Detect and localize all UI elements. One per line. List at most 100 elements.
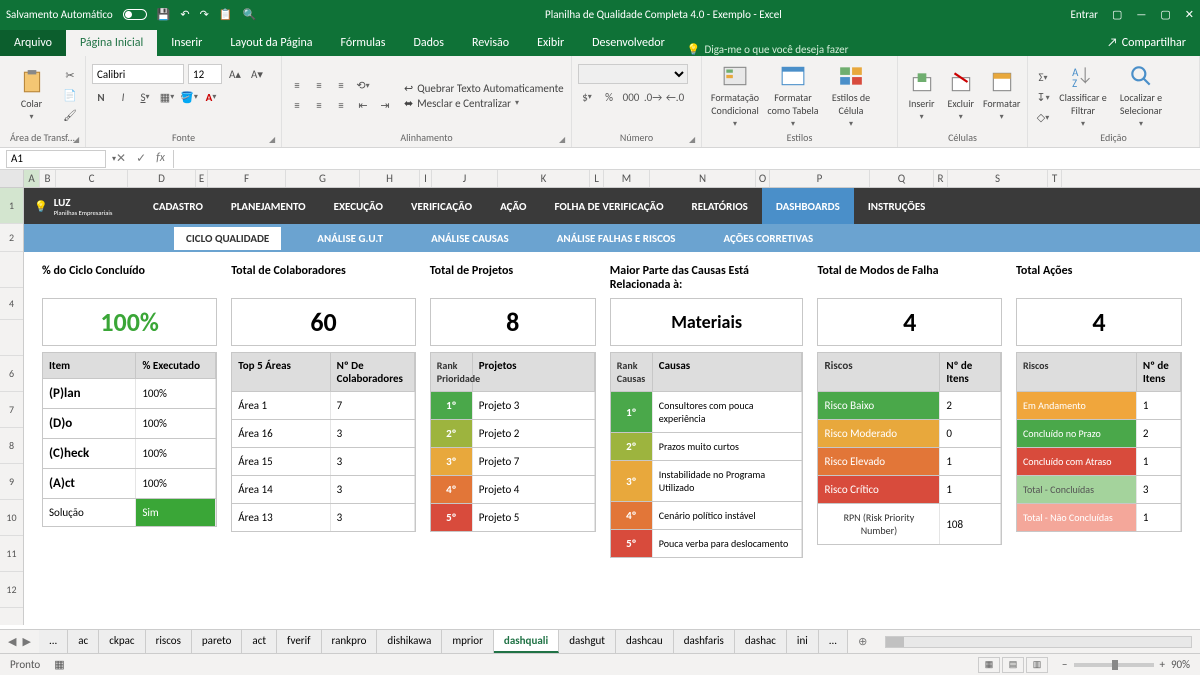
col-header[interactable]: K (498, 170, 590, 187)
col-header[interactable]: N (650, 170, 756, 187)
sheet-tab[interactable]: ac (68, 630, 99, 653)
delete-cells-button[interactable]: Excluir▾ (943, 60, 978, 131)
select-all-corner[interactable] (0, 170, 24, 187)
sheet-tab[interactable]: ... (819, 630, 848, 653)
row-header[interactable]: 8 (0, 428, 23, 464)
col-header[interactable]: S (948, 170, 1048, 187)
indent-dec-icon[interactable]: ⇤ (354, 97, 372, 115)
insert-cells-button[interactable]: Inserir▾ (904, 60, 939, 131)
border-icon[interactable]: ▦▾ (158, 88, 176, 106)
tab-data[interactable]: Dados (399, 30, 457, 56)
subnav-item[interactable]: ANÁLISE CAUSAS (419, 227, 521, 250)
fill-color-icon[interactable]: 🪣▾ (180, 88, 198, 106)
sheet-tab[interactable]: ckpac (99, 630, 145, 653)
percent-icon[interactable]: % (600, 88, 618, 106)
align-launcher[interactable]: ◢ (559, 135, 569, 145)
subnav-item[interactable]: AÇÕES CORRETIVAS (712, 227, 826, 250)
font-size-select[interactable] (188, 64, 222, 84)
row-header[interactable]: 10 (0, 500, 23, 536)
col-header[interactable]: T (1048, 170, 1062, 187)
clear-icon[interactable]: ◇▾ (1034, 109, 1052, 127)
col-header[interactable]: F (208, 170, 286, 187)
sheet-tab[interactable]: dashfaris (674, 630, 735, 653)
align-top-icon[interactable]: ≡ (288, 77, 306, 95)
nav-item[interactable]: RELATÓRIOS (678, 188, 762, 224)
name-box[interactable] (6, 150, 106, 168)
row-header[interactable] (0, 252, 23, 288)
sheet-tab[interactable]: ... (39, 630, 68, 653)
col-header[interactable]: I (420, 170, 432, 187)
merge-center-button[interactable]: ⬌ Mesclar e Centralizar ▾ (404, 97, 564, 110)
sort-filter-button[interactable]: AZClassificar e Filtrar▾ (1056, 60, 1110, 131)
underline-icon[interactable]: S▾ (136, 88, 154, 106)
sheet-tab[interactable]: fverif (277, 630, 321, 653)
bold-icon[interactable]: N (92, 88, 110, 106)
find-select-button[interactable]: Localizar e Selecionar▾ (1114, 60, 1168, 131)
tab-formulas[interactable]: Fórmulas (327, 30, 400, 56)
enter-formula-icon[interactable]: ✓ (136, 151, 146, 166)
row-header[interactable]: 6 (0, 356, 23, 392)
sheet-tab[interactable]: dashac (735, 630, 787, 653)
sheet-tab[interactable]: riscos (146, 630, 192, 653)
cancel-formula-icon[interactable]: ✕ (116, 151, 126, 166)
row-header[interactable]: 12 (0, 572, 23, 608)
row-header[interactable] (0, 320, 23, 356)
subnav-item[interactable]: CICLO QUALIDADE (174, 227, 281, 250)
align-center-icon[interactable]: ≡ (310, 97, 328, 115)
qat-icon2[interactable]: 🔍 (243, 8, 257, 21)
col-header[interactable]: A (24, 170, 40, 187)
autosave-toggle[interactable] (123, 9, 147, 20)
row-header[interactable]: 1 (0, 188, 23, 224)
row-header[interactable]: 7 (0, 392, 23, 428)
close-icon[interactable]: ✕ (1185, 8, 1194, 21)
save-icon[interactable]: 💾 (157, 8, 171, 21)
tab-file[interactable]: Arquivo (0, 30, 66, 56)
align-left-icon[interactable]: ≡ (288, 97, 306, 115)
format-cells-button[interactable]: Formatar▾ (982, 60, 1021, 131)
col-header[interactable]: H (360, 170, 420, 187)
nav-item[interactable]: DASHBOARDS (762, 188, 854, 224)
col-header[interactable]: L (590, 170, 604, 187)
fill-icon[interactable]: ↧▾ (1034, 89, 1052, 107)
align-bottom-icon[interactable]: ≡ (332, 77, 350, 95)
subnav-item[interactable]: ANÁLISE FALHAS E RISCOS (545, 227, 688, 250)
cut-icon[interactable]: ✂ (61, 67, 79, 85)
dec-decimal-icon[interactable]: ←.0 (666, 88, 684, 106)
macro-rec-icon[interactable]: ▦ (54, 658, 64, 671)
ribbon-options-icon[interactable]: ▢ (1112, 8, 1122, 21)
col-header[interactable]: O (756, 170, 770, 187)
tab-home[interactable]: Página Inicial (66, 30, 157, 56)
col-header[interactable]: P (770, 170, 870, 187)
qat-icon[interactable]: 📋 (219, 8, 233, 21)
signin-link[interactable]: Entrar (1071, 8, 1098, 21)
format-table-button[interactable]: Formatar como Tabela▾ (766, 60, 820, 131)
copy-icon[interactable]: 📄 (61, 87, 79, 105)
undo-icon[interactable]: ↶ (180, 8, 189, 21)
italic-icon[interactable]: I (114, 88, 132, 106)
shrink-font-icon[interactable]: A▾ (248, 65, 266, 83)
sheet-tab[interactable]: dashgut (559, 630, 616, 653)
view-normal-icon[interactable]: ▦ (978, 657, 1000, 673)
col-header[interactable]: M (604, 170, 650, 187)
row-header[interactable]: 11 (0, 536, 23, 572)
col-header[interactable]: G (286, 170, 360, 187)
tab-view[interactable]: Exibir (523, 30, 578, 56)
nav-item[interactable]: VERIFICAÇÃO (397, 188, 486, 224)
minimize-icon[interactable]: — (1136, 8, 1146, 21)
col-header[interactable]: E (196, 170, 208, 187)
zoom-level[interactable]: 90% (1171, 658, 1190, 671)
indent-inc-icon[interactable]: ⇥ (376, 97, 394, 115)
sheet-tab[interactable]: rankpro (322, 630, 378, 653)
zoom-out-icon[interactable]: − (1062, 658, 1067, 671)
col-header[interactable]: C (56, 170, 128, 187)
nav-item[interactable]: AÇÃO (486, 188, 540, 224)
col-header[interactable]: R (934, 170, 948, 187)
col-header[interactable]: D (128, 170, 196, 187)
grow-font-icon[interactable]: A▴ (226, 65, 244, 83)
col-header[interactable]: Q (870, 170, 934, 187)
cell-styles-button[interactable]: Estilos de Célula▾ (824, 60, 878, 131)
tab-nav-next-icon[interactable]: ▶ (22, 635, 30, 648)
font-launcher[interactable]: ◢ (269, 135, 279, 145)
tab-review[interactable]: Revisão (458, 30, 523, 56)
share-button[interactable]: ↗ Compartilhar (1093, 30, 1200, 56)
